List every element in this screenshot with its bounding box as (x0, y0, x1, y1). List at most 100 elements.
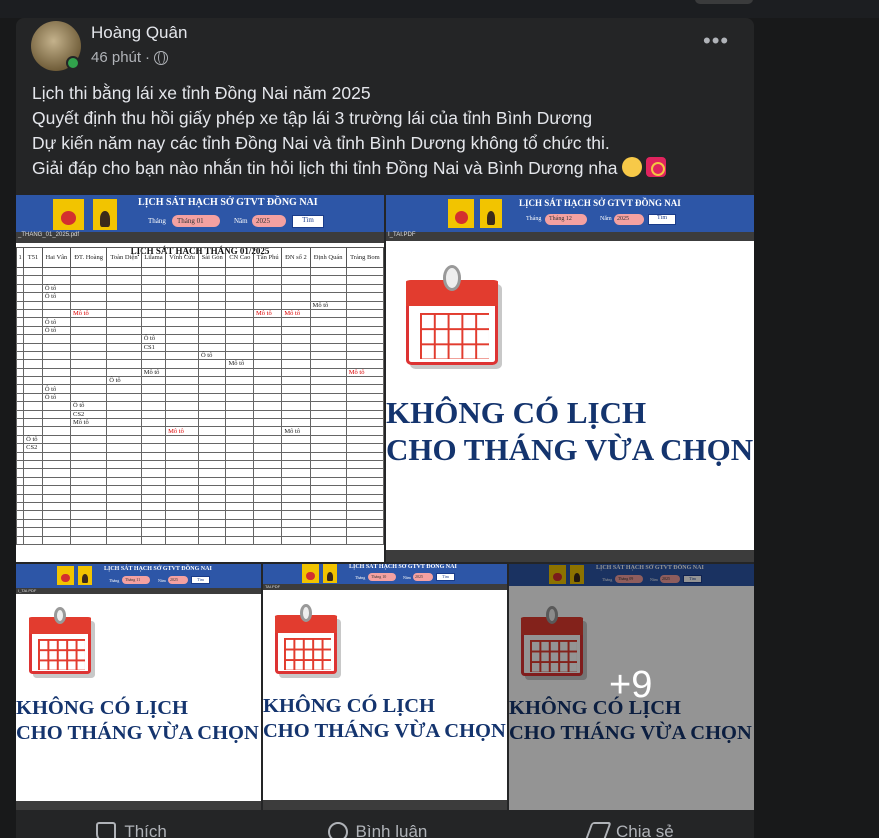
schedule-cell: Mô tô (225, 359, 255, 369)
like-button[interactable]: Thích (96, 810, 167, 838)
schedule-cell (197, 468, 227, 478)
schedule-cell (70, 325, 108, 336)
more-options-button[interactable]: ••• (703, 30, 729, 52)
schedule-cell (165, 418, 199, 428)
schedule-cell (253, 292, 283, 302)
table-row: Mô tô Mô tô Mô tô (16, 308, 384, 319)
table-row: Ô tô (16, 376, 384, 386)
schedule-cell (345, 418, 384, 428)
schedule-cell (309, 518, 347, 529)
schedule-cell (23, 325, 43, 336)
schedule-cell (140, 266, 167, 277)
schedule-cell (253, 527, 283, 537)
schedule-cell (345, 459, 384, 470)
schedule-cell (309, 283, 347, 294)
comment-label: Bình luận (355, 822, 428, 838)
pdf-filename-bar: I_TAI.PDF (16, 588, 261, 594)
search-button: Tìm (436, 573, 455, 581)
schedule-cell (225, 350, 255, 361)
schedule-cell (140, 325, 167, 336)
schedule-cell (225, 493, 255, 503)
schedule-cell (140, 350, 167, 361)
post-time[interactable]: 46 phút (91, 49, 141, 66)
table-row: Ô tô (16, 392, 384, 403)
schedule-cell (16, 535, 25, 545)
schedule-cell (16, 300, 25, 310)
schedule-cell (23, 518, 43, 529)
table-row: Ô tô (16, 325, 384, 336)
schedule-cell (225, 384, 255, 394)
photo-no-schedule-november[interactable]: LỊCH SÁT HẠCH SỞ GTVT ĐỒNG NAI Tháng Thá… (16, 564, 261, 810)
schedule-cell (140, 451, 167, 462)
schedule-cell (41, 426, 72, 436)
grin-emoji-icon (621, 157, 642, 177)
photo-no-schedule-october[interactable]: LỊCH SÁT HẠCH SỞ GTVT ĐỒNG NAI Tháng Thá… (263, 564, 507, 810)
year-label: Năm (403, 575, 411, 580)
schedule-cell (309, 451, 347, 462)
table-row: Ô tô (16, 292, 384, 302)
manager-button-icon (480, 199, 502, 228)
schedule-cell (225, 367, 255, 378)
post-line: Lịch thi bằng lái xe tỉnh Đồng Nai năm 2… (32, 83, 371, 103)
schedule-cell (281, 493, 311, 503)
schedule-cell (165, 359, 199, 369)
comment-button[interactable]: Bình luận (327, 810, 428, 838)
table-row (16, 275, 384, 285)
table-row (16, 527, 384, 537)
schedule-cell (281, 367, 311, 378)
schedule-cell (165, 384, 199, 394)
schedule-cell (41, 300, 72, 310)
comment-icon (327, 822, 348, 838)
schedule-cell (253, 510, 283, 520)
table-row (16, 535, 384, 545)
schedule-cell (197, 334, 227, 344)
schedule-cell (281, 459, 311, 470)
schedule-cell (106, 418, 142, 428)
schedule-cell (70, 476, 108, 487)
schedule-cell (197, 451, 227, 462)
schedule-cell (16, 409, 25, 420)
schedule-cell (225, 476, 255, 487)
schedule-header-cell: Định Quán (309, 247, 347, 268)
site-title: LỊCH SÁT HẠCH SỞ GTVT ĐỒNG NAI (519, 198, 681, 208)
schedule-cell (70, 451, 108, 462)
schedule-cell (106, 359, 142, 369)
schedule-cell (225, 409, 255, 420)
post-actions: Thích Bình luận Chia sẻ (16, 810, 754, 838)
schedule-cell (309, 308, 347, 319)
schedule-cell (70, 392, 108, 403)
photo-more[interactable]: LỊCH SÁT HẠCH SỞ GTVT ĐỒNG NAI Tháng Thá… (509, 564, 754, 810)
schedule-cell (23, 317, 43, 327)
table-row (16, 493, 384, 503)
share-button[interactable]: Chia sẻ (584, 810, 674, 838)
schedule-cell (253, 266, 283, 277)
schedule-cell: Ô tô (41, 392, 72, 403)
schedule-cell (225, 426, 255, 436)
post-meta: 46 phút · (91, 49, 169, 66)
table-row (16, 510, 384, 520)
schedule-cell (309, 359, 347, 369)
table-row (16, 501, 384, 512)
schedule-cell (23, 334, 43, 344)
schedule-cell (345, 426, 384, 436)
photo-schedule-january[interactable]: LỊCH SÁT HẠCH SỞ GTVT ĐỒNG NAI Tháng Thá… (16, 195, 384, 562)
post-line: Dự kiến năm nay các tỉnh Đồng Nai và tỉn… (32, 133, 610, 153)
schedule-cell (70, 350, 108, 361)
schedule-cell (197, 409, 227, 420)
photo-no-schedule-december[interactable]: LỊCH SÁT HẠCH SỞ GTVT ĐỒNG NAI Tháng Thá… (386, 195, 754, 562)
table-row: Ô tô (16, 401, 384, 411)
schedule-cell (41, 510, 72, 520)
site-header: LỊCH SÁT HẠCH SỞ GTVT ĐỒNG NAI Tháng Thá… (16, 564, 261, 588)
schedule-cell (140, 292, 167, 302)
no-schedule-line1: KHÔNG CÓ LỊCH (386, 395, 647, 430)
schedule-cell (23, 493, 43, 503)
schedule-cell (165, 342, 199, 352)
schedule-cell (197, 317, 227, 327)
author-name[interactable]: Hoàng Quân (91, 23, 187, 43)
schedule-cell (345, 535, 384, 545)
schedule-cell (140, 510, 167, 520)
schedule-cell (253, 401, 283, 411)
schedule-cell (309, 384, 347, 394)
schedule-cell (23, 468, 43, 478)
schedule-cell (23, 459, 43, 470)
